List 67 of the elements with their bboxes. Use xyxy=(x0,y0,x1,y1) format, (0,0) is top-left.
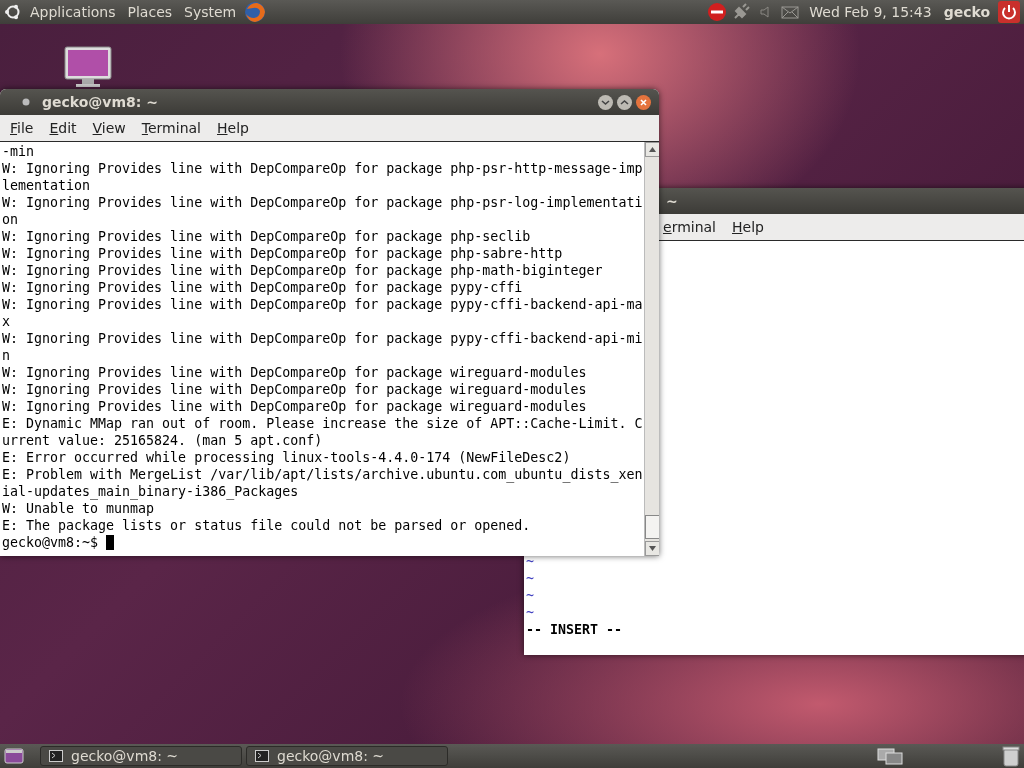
chevron-down-icon xyxy=(601,97,610,107)
menu-item[interactable]: Terminal xyxy=(135,118,207,138)
terminal-line: W: Ignoring Provides line with DepCompareOp for package pypy-cffi-backend-api-ma xyxy=(2,296,643,313)
shell-prompt: gecko@vm8:~$ xyxy=(2,534,99,551)
scroll-down-button[interactable] xyxy=(645,541,659,556)
firefox-icon[interactable] xyxy=(244,1,267,23)
taskbar-button[interactable]: gecko@vm8: ~ xyxy=(246,746,448,766)
maximize-button[interactable] xyxy=(617,94,632,110)
terminal-icon xyxy=(49,750,63,762)
power-icon[interactable] xyxy=(998,1,1020,23)
terminal-line: n xyxy=(2,347,10,364)
vim-status: -- INSERT -- xyxy=(526,621,623,638)
panel-menu[interactable]: System xyxy=(180,4,241,20)
window-title: ~ xyxy=(666,193,678,209)
minimize-button[interactable] xyxy=(598,94,613,110)
menu-item[interactable]: Edit xyxy=(43,118,83,138)
terminal-line: W: Ignoring Provides line with DepCompareOp for package pypy-cffi xyxy=(2,279,523,296)
terminal-line: E: Error occurred while processing linux-tools-4.4.0-174 (NewFileDesc2) xyxy=(2,449,571,466)
down-triangle-icon xyxy=(649,546,657,551)
menu-item[interactable]: File xyxy=(4,118,40,138)
menu-item[interactable]: View xyxy=(86,118,132,138)
window-title: gecko@vm8: ~ xyxy=(42,94,159,110)
show-desktop-icon[interactable] xyxy=(4,747,24,765)
menu-item[interactable]: erminal xyxy=(657,217,722,237)
text-cursor xyxy=(106,535,115,550)
user-name[interactable]: gecko xyxy=(939,4,994,20)
panel-menu[interactable]: Places xyxy=(123,4,177,20)
terminal-line: -min xyxy=(2,143,35,160)
terminal-line: W: Ignoring Provides line with DepCompareOp for package php-psr-http-message-imp xyxy=(2,160,643,177)
terminal-line: urrent value: 25165824. (man 5 apt.conf) xyxy=(2,432,323,449)
close-icon xyxy=(639,97,648,107)
terminal-line: W: Ignoring Provides line with DepCompareOp for package php-psr-log-implementati xyxy=(2,194,643,211)
terminal-line: E: The package lists or status file could not be parsed or opened. xyxy=(2,517,531,534)
menu-item[interactable]: Help xyxy=(726,217,770,237)
trash-icon[interactable] xyxy=(1002,745,1020,767)
terminal-line: E: Problem with MergeList /var/lib/apt/lists/archive.ubuntu.com_ubuntu_dists_xen xyxy=(2,466,643,483)
terminal-line: W: Ignoring Provides line with DepCompareOp for package wireguard-modules xyxy=(2,381,587,398)
vim-empty-line-marker: ~ xyxy=(526,587,534,604)
terminal-icon xyxy=(255,750,269,762)
up-triangle-icon xyxy=(649,147,657,152)
terminal-line: ial-updates_main_binary-i386_Packages xyxy=(2,483,299,500)
scroll-up-button[interactable] xyxy=(645,142,659,157)
terminal-line: W: Unable to munmap xyxy=(2,500,155,517)
vim-empty-line-marker: ~ xyxy=(526,570,534,587)
terminal-line: on xyxy=(2,211,18,228)
terminal-line: W: Ignoring Provides line with DepCompareOp for package wireguard-modules xyxy=(2,398,587,415)
close-button[interactable] xyxy=(636,94,651,110)
terminal-line: W: Ignoring Provides line with DepCompareOp for package php-math-biginteger xyxy=(2,262,603,279)
vim-empty-line-marker: ~ xyxy=(526,553,534,570)
no-entry-icon[interactable] xyxy=(707,2,728,22)
scroll-thumb[interactable] xyxy=(645,515,659,539)
terminal-line: E: Dynamic MMap ran out of room. Please increase the size of APT::Cache-Limit. C xyxy=(2,415,643,432)
panel-menu[interactable]: Applications xyxy=(26,4,120,20)
vim-empty-line-marker: ~ xyxy=(526,604,534,621)
monitor-icon[interactable] xyxy=(64,46,112,88)
terminal-line: x xyxy=(2,313,10,330)
terminal-line: W: Ignoring Provides line with DepCompareOp for package wireguard-modules xyxy=(2,364,587,381)
workspace-switcher-icon[interactable] xyxy=(876,747,906,765)
taskbar-button[interactable]: gecko@vm8: ~ xyxy=(40,746,242,766)
chevron-up-icon xyxy=(620,97,629,107)
terminal-line: W: Ignoring Provides line with DepCompareOp for package pypy-cffi-backend-api-mi xyxy=(2,330,643,347)
menu-item[interactable]: Help xyxy=(211,118,255,138)
terminal-line: W: Ignoring Provides line with DepCompareOp for package php-seclib xyxy=(2,228,531,245)
ubuntu-logo-icon[interactable] xyxy=(4,3,22,21)
terminal-line: W: Ignoring Provides line with DepCompareOp for package php-sabre-http xyxy=(2,245,563,262)
clock[interactable]: Wed Feb 9, 15:43 xyxy=(805,4,936,20)
terminal-line: lementation xyxy=(2,177,91,194)
